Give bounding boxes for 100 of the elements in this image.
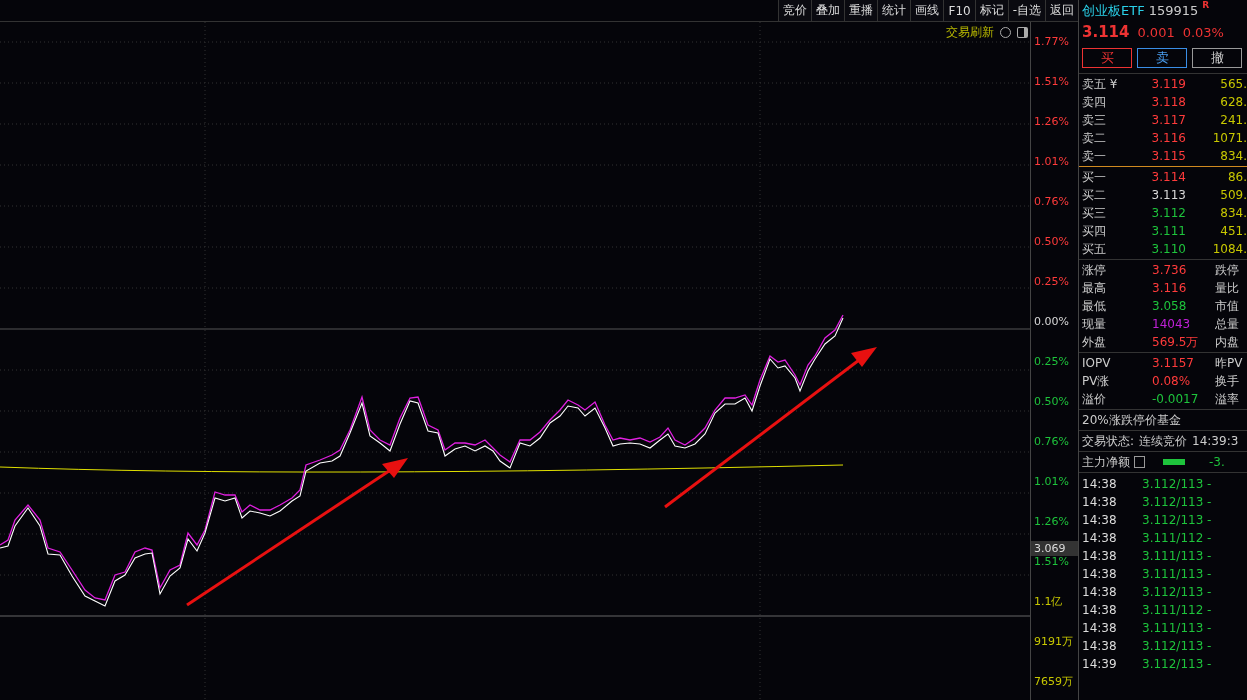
price: 3.114 <box>1082 23 1130 41</box>
status-time: 14:39:3 <box>1192 434 1239 448</box>
trade-time: 14:38 <box>1082 585 1118 599</box>
trade-time: 14:38 <box>1082 549 1118 563</box>
toolbar-button[interactable]: 重播 <box>844 0 878 21</box>
axis-label: 0.50% <box>1033 395 1069 409</box>
axis-label: 7659万 <box>1033 675 1073 689</box>
toolbar-button[interactable]: 标记 <box>974 0 1008 21</box>
trade-price: 3.112/113 - <box>1142 477 1212 491</box>
price-cell-text: 3.114 <box>1151 170 1187 184</box>
axis-label: 0.76% <box>1033 435 1069 449</box>
trade-time: 14:38 <box>1082 513 1118 527</box>
trade-time: 14:39 <box>1082 657 1118 671</box>
row-label: 买一 <box>1082 168 1107 186</box>
trade-time: 14:38 <box>1082 531 1118 545</box>
list-icon[interactable] <box>1134 456 1145 468</box>
axis-label: 1.26% <box>1033 115 1069 129</box>
price-cell-text: 3.110 <box>1151 242 1187 256</box>
trade-button[interactable]: 买 <box>1082 48 1132 68</box>
volume-cell-text: 834. <box>1219 149 1247 163</box>
trade-price: 3.111/113 - <box>1142 567 1212 581</box>
value-cell-text: 3.736 <box>1152 263 1188 277</box>
change: 0.001 <box>1137 24 1175 40</box>
trade-price: 3.112/113 - <box>1142 495 1212 509</box>
axis-label: 0.00% <box>1033 315 1069 329</box>
axis-label: 1.51% <box>1033 555 1069 569</box>
value-cell-text: -0.0017 <box>1152 392 1200 406</box>
volume-cell-text: 241. <box>1219 113 1247 127</box>
trade-time: 14:38 <box>1082 477 1118 491</box>
row-label: 买四 <box>1082 222 1107 240</box>
toolbar-button[interactable]: 叠加 <box>811 0 845 21</box>
price-cell-text: 3.112 <box>1151 206 1187 220</box>
status-value: 连续竞价 <box>1139 432 1188 450</box>
volume-cell: 1071. <box>1211 131 1247 145</box>
value-cell-text: 14043 <box>1152 317 1192 331</box>
axis-label: 1.26% <box>1033 515 1069 529</box>
row-label: 溢率 <box>1214 390 1239 408</box>
row-label: 卖四 <box>1082 93 1107 111</box>
volume-cell-text: 509. <box>1219 188 1247 202</box>
net-flow-label: 主力净额 <box>1082 453 1130 471</box>
trade-price: 3.111/112 - <box>1142 531 1212 545</box>
trade-price: 3.112/113 - <box>1142 513 1212 527</box>
row-label: 买五 <box>1082 240 1107 258</box>
panel-icon[interactable] <box>1017 27 1028 38</box>
toolbar-button[interactable]: -自选 <box>1007 0 1045 21</box>
axis-label: 1.77% <box>1033 35 1069 49</box>
volume-cell-text: 86. <box>1226 170 1247 184</box>
row-label: 买三 <box>1082 204 1107 222</box>
toolbar-button[interactable]: F10 <box>943 0 975 21</box>
axis-label: 9191万 <box>1033 635 1073 649</box>
price-marker: 3.069 <box>1031 541 1078 556</box>
value-cell-text: 3.058 <box>1152 299 1188 313</box>
status-label: 交易状态: <box>1082 432 1135 450</box>
price-cell-text: 3.119 <box>1151 77 1187 91</box>
row-label: 涨停 <box>1082 261 1107 279</box>
fund-type: 20%涨跌停价基金 <box>1082 411 1181 429</box>
toolbar-button[interactable]: 画线 <box>910 0 944 21</box>
toolbar-button[interactable]: 竞价 <box>778 0 812 21</box>
row-label: 溢价 <box>1082 390 1107 408</box>
row-label: 总量 <box>1214 315 1239 333</box>
row-label: 现量 <box>1082 315 1107 333</box>
r-label: R <box>1202 0 1210 10</box>
trade-button[interactable]: 撤 <box>1192 48 1242 68</box>
price-cell-text: 3.111 <box>1151 224 1187 238</box>
volume-cell-text: 565. <box>1219 77 1247 91</box>
axis-label: 1.01% <box>1033 475 1069 489</box>
row-label: IOPV <box>1082 356 1112 370</box>
trade-price: 3.112/113 - <box>1142 657 1212 671</box>
row-label: 内盘 <box>1214 333 1239 351</box>
row-label: 量比 <box>1214 279 1239 297</box>
trade-price: 3.111/112 - <box>1142 603 1212 617</box>
value-cell-text: 3.1157 <box>1152 356 1195 370</box>
price-cell-text: 3.118 <box>1151 95 1187 109</box>
refresh-label[interactable]: 交易刷新 <box>946 24 994 41</box>
axis-label: 1.01% <box>1033 155 1069 169</box>
row-label: 卖三 <box>1082 111 1107 129</box>
toolbar-button[interactable]: 统计 <box>877 0 911 21</box>
row-label: 最高 <box>1082 279 1107 297</box>
trade-button[interactable]: 卖 <box>1137 48 1187 68</box>
axis-label: 0.76% <box>1033 195 1069 209</box>
value-cell-text: 3.116 <box>1152 281 1188 295</box>
row-label: 卖二 <box>1082 129 1107 147</box>
row-label: 换手 <box>1214 372 1239 390</box>
toolbar-button[interactable]: 返回 <box>1045 0 1078 21</box>
row-label: PV涨 <box>1082 372 1111 390</box>
row-label: 最低 <box>1082 297 1107 315</box>
trade-time: 14:38 <box>1082 495 1118 509</box>
axis-label: 0.25% <box>1033 275 1069 289</box>
volume-cell-text: 451. <box>1219 224 1247 238</box>
change-percent: 0.03% <box>1182 24 1224 40</box>
row-label: 卖一 <box>1082 147 1107 165</box>
volume-cell-text: 628. <box>1219 95 1247 109</box>
trade-price: 3.111/113 - <box>1142 621 1212 635</box>
value-cell-text: 0.08% <box>1152 374 1192 388</box>
axis-label: 1.1亿 <box>1033 595 1063 609</box>
row-label: 昨PV <box>1214 354 1243 372</box>
flow-bar <box>1163 459 1185 465</box>
net-flow-value: -3. <box>1209 455 1225 469</box>
row-label: 跌停 <box>1214 261 1239 279</box>
price-cell-text: 3.117 <box>1151 113 1187 127</box>
